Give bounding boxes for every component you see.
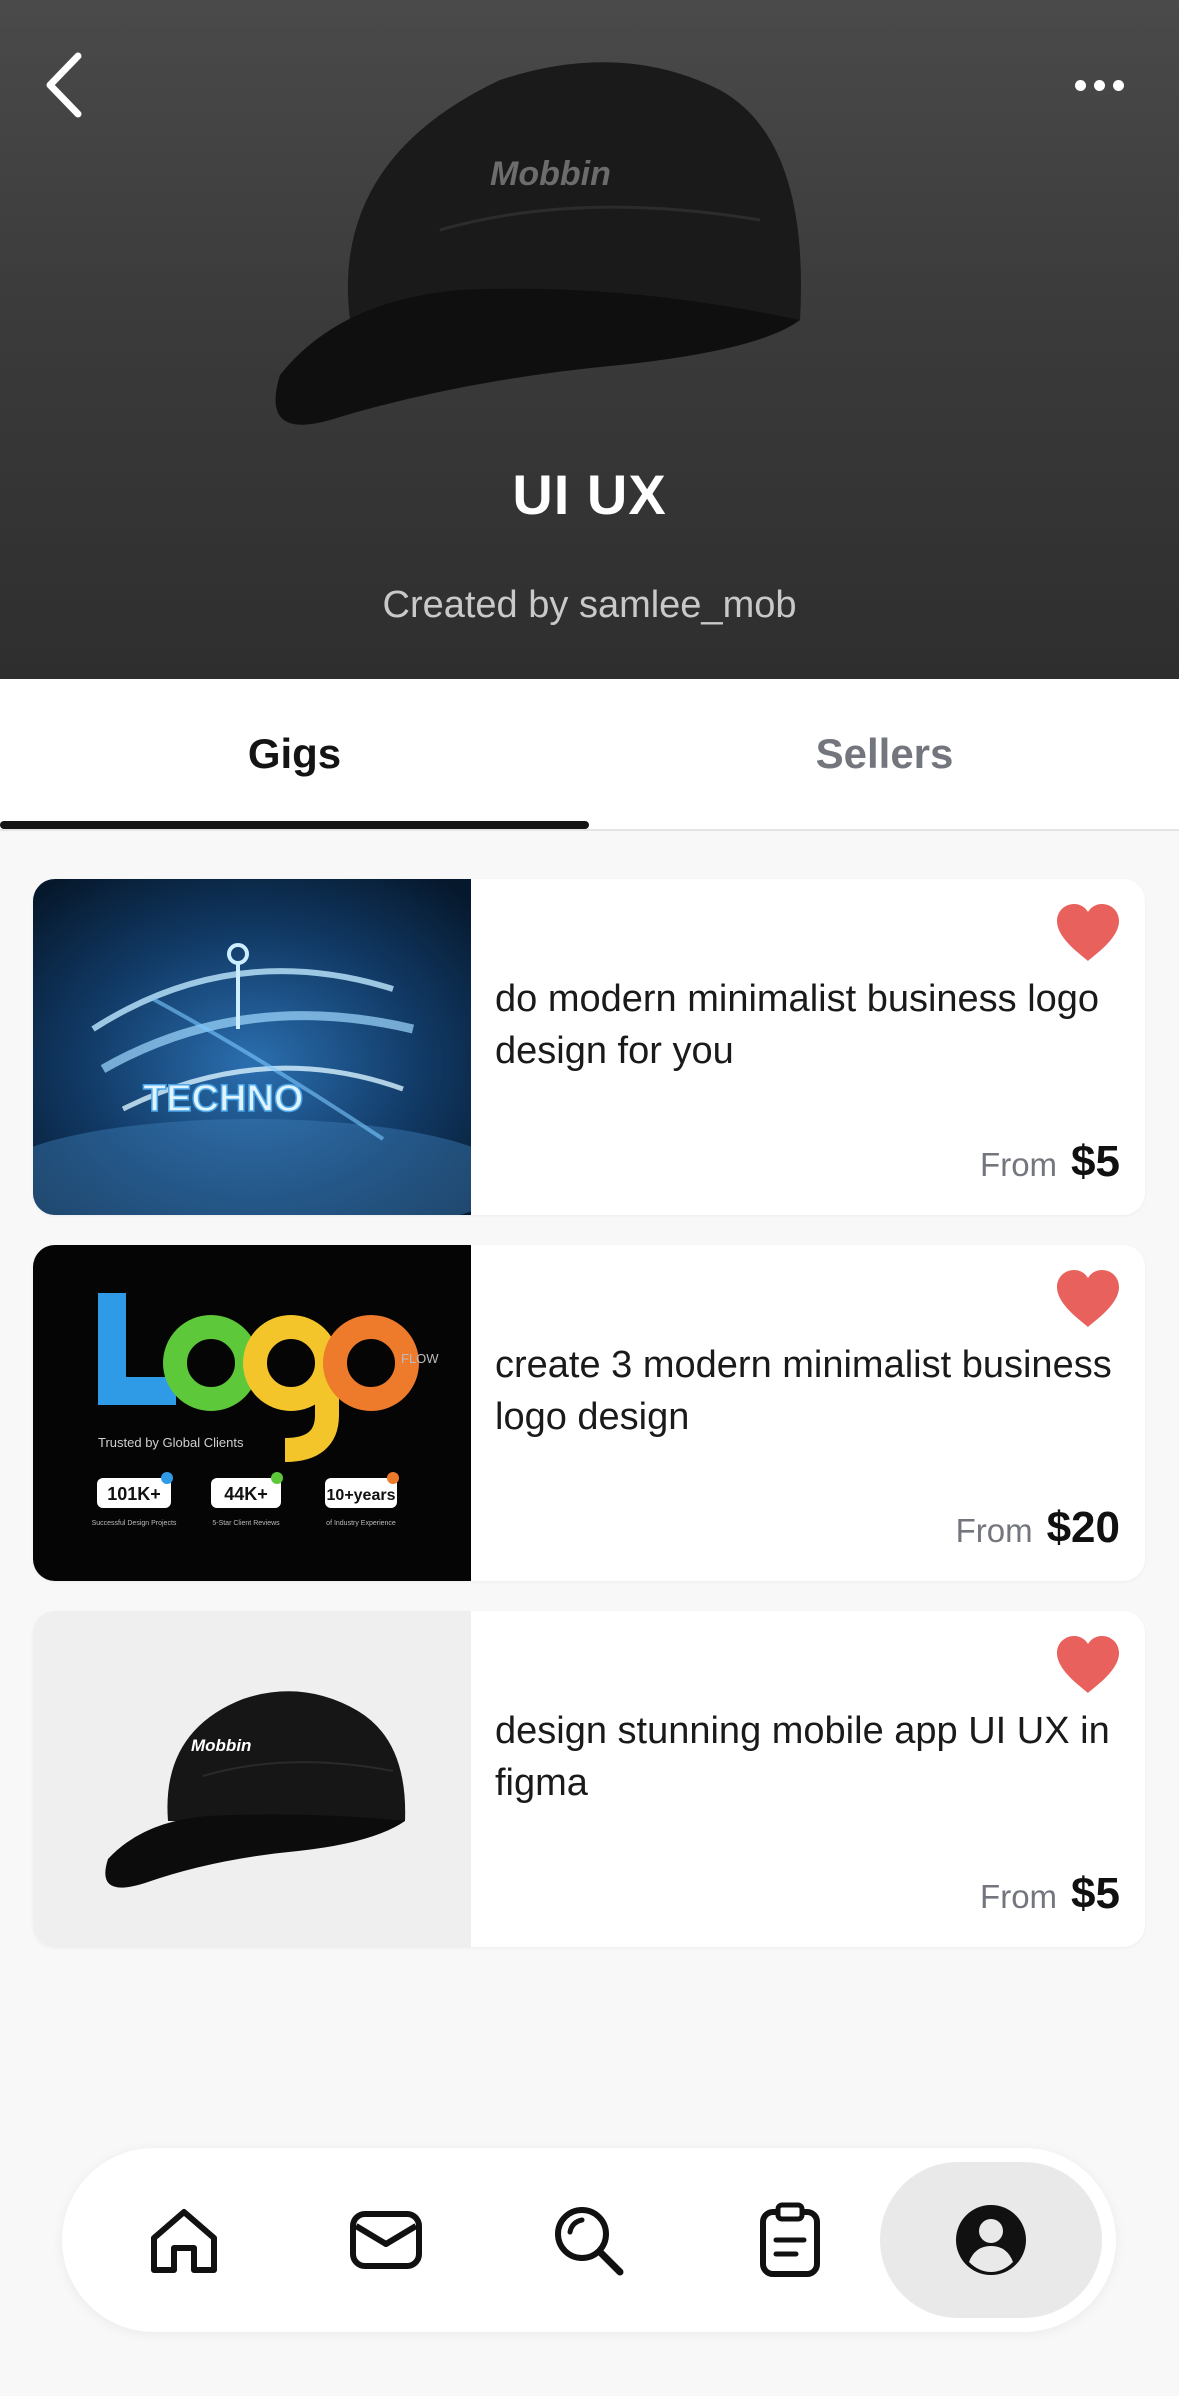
nav-profile[interactable]	[880, 2162, 1102, 2318]
gig-thumb-stat: 44K+	[224, 1484, 268, 1504]
gig-thumb-stat: 101K+	[107, 1484, 161, 1504]
gig-card[interactable]: Mobbin design stunning mobile app UI UX …	[33, 1611, 1145, 1947]
collection-creator: Created by samlee_mob	[382, 584, 797, 626]
gig-price-row: From $5	[980, 1869, 1120, 1919]
more-horizontal-icon	[1074, 79, 1086, 91]
gig-thumb-stat-label: of Industry Experience	[326, 1520, 396, 1527]
nav-inbox[interactable]	[286, 2162, 486, 2318]
inbox-icon	[350, 2211, 422, 2269]
tab-bar: Gigs Sellers	[0, 679, 1179, 831]
bottom-navigation	[62, 2148, 1116, 2332]
heart-icon[interactable]	[1053, 1633, 1123, 1697]
gig-thumb-text: Mobbin	[191, 1736, 251, 1755]
header-cap-image: Mobbin	[275, 62, 801, 425]
gig-card[interactable]: TECHNO do modern minimalist business log…	[33, 879, 1145, 1215]
gig-price-row: From $20	[956, 1503, 1120, 1553]
chevron-left-icon	[46, 52, 82, 118]
gig-thumbnail: Mobbin	[33, 1611, 471, 1947]
collection-header: Mobbin UI UX Created by samlee_mob	[0, 0, 1179, 679]
nav-home[interactable]	[84, 2162, 284, 2318]
nav-orders[interactable]	[690, 2162, 890, 2318]
gig-thumbnail: TECHNO	[33, 879, 471, 1215]
more-options-button[interactable]	[1049, 45, 1149, 125]
gig-card[interactable]: FLOW Trusted by Global Clients 101K+ 44K…	[33, 1245, 1145, 1581]
gig-thumb-stat-label: Successful Design Projects	[92, 1520, 177, 1527]
gig-thumb-tagline: Trusted by Global Clients	[98, 1435, 244, 1450]
gig-thumbnail: FLOW Trusted by Global Clients 101K+ 44K…	[33, 1245, 471, 1581]
cap-product-image: Mobbin	[33, 1611, 471, 1947]
nav-search[interactable]	[488, 2162, 688, 2318]
gig-thumb-text: TECHNO	[143, 1078, 303, 1120]
header-cap-brand: Mobbin	[490, 155, 611, 193]
collection-title: UI UX	[512, 463, 667, 526]
gig-thumb-brand: FLOW	[401, 1351, 439, 1366]
tab-sellers[interactable]: Sellers	[590, 679, 1179, 829]
gig-thumb-stat-label: 5-Star Client Reviews	[212, 1520, 280, 1527]
heart-icon[interactable]	[1053, 1267, 1123, 1331]
orders-clipboard-icon	[760, 2202, 820, 2277]
gig-list: TECHNO do modern minimalist business log…	[33, 879, 1145, 1977]
tab-gigs[interactable]: Gigs	[0, 679, 589, 829]
gig-title: design stunning mobile app UI UX in figm…	[495, 1710, 1110, 1804]
profile-icon	[956, 2205, 1026, 2275]
techno-logo-image: TECHNO	[33, 879, 471, 1215]
heart-icon[interactable]	[1053, 901, 1123, 965]
active-tab-indicator	[0, 821, 589, 829]
back-button[interactable]	[40, 45, 130, 125]
price-value: $20	[1046, 1503, 1120, 1552]
price-value: $5	[1071, 1869, 1120, 1918]
gig-title: create 3 modern minimalist business logo…	[495, 1344, 1112, 1438]
gig-title: do modern minimalist business logo desig…	[495, 978, 1100, 1072]
home-icon	[151, 2209, 217, 2273]
price-value: $5	[1071, 1137, 1120, 1186]
gig-price-row: From $5	[980, 1137, 1120, 1187]
search-icon	[555, 2207, 624, 2276]
logo-flow-image: FLOW Trusted by Global Clients 101K+ 44K…	[33, 1245, 471, 1581]
gig-thumb-stat: 10+years	[327, 1487, 396, 1504]
price-prefix: From	[980, 1878, 1058, 1915]
price-prefix: From	[955, 1512, 1033, 1549]
price-prefix: From	[980, 1146, 1058, 1183]
